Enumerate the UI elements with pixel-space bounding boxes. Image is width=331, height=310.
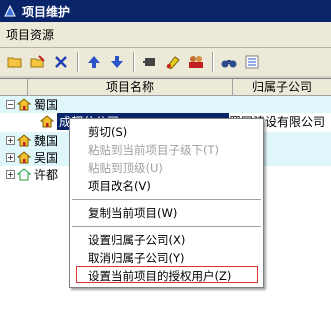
binoculars-icon[interactable] (218, 52, 239, 73)
menu-item-copy-project[interactable]: 复制当前项目(W) (88, 205, 177, 221)
grid-header: 项目名称 归属子公司 (0, 79, 331, 96)
toolbar-separator (77, 52, 79, 72)
expand-icon[interactable]: + (6, 136, 15, 145)
column-header-subsidiary[interactable]: 归属子公司 (233, 79, 331, 95)
edit-pencil-icon[interactable] (162, 52, 183, 73)
toolbar-separator (212, 52, 214, 72)
tree-row-shu[interactable]: − 蜀国 (0, 96, 331, 113)
window-title-bar: 项目维护 (0, 0, 331, 22)
context-menu: 剪切(S) 粘贴到当前项目子级下(T) 粘贴到顶级(U) 项目改名(V) 复制当… (69, 118, 264, 288)
project-name: 许都 (34, 168, 59, 182)
menu-item-paste-as-child[interactable]: 粘贴到当前项目子级下(T) (88, 142, 219, 158)
column-header-project-name[interactable]: 项目名称 (28, 79, 233, 95)
house-icon (40, 115, 54, 128)
list-icon[interactable] (241, 52, 262, 73)
house-icon (17, 134, 31, 147)
arrow-down-icon[interactable] (106, 52, 127, 73)
expand-icon[interactable]: + (6, 153, 15, 162)
project-name: 吴国 (34, 151, 59, 165)
menu-bar: 项目资源 (0, 22, 331, 48)
window-title: 项目维护 (22, 4, 71, 19)
toolbar-separator (133, 52, 135, 72)
export-icon[interactable] (139, 52, 160, 73)
house-icon (17, 98, 31, 111)
edit-folder-icon[interactable] (27, 52, 48, 73)
arrow-up-icon[interactable] (83, 52, 104, 73)
menu-item-cancel-subsidiary[interactable]: 取消归属子公司(Y) (88, 250, 185, 266)
expand-icon[interactable]: + (6, 170, 15, 179)
menu-item-cut[interactable]: 剪切(S) (88, 124, 127, 140)
open-folder-icon[interactable] (4, 52, 25, 73)
highlight-outline (76, 266, 258, 283)
house-outline-icon (17, 168, 31, 181)
header-spacer (0, 79, 28, 95)
menu-separator (72, 199, 261, 201)
collapse-icon[interactable]: − (6, 100, 15, 109)
menu-item-project-resources[interactable]: 项目资源 (6, 26, 54, 43)
menu-item-paste-to-top[interactable]: 粘贴到顶级(U) (88, 160, 163, 176)
menu-item-set-subsidiary[interactable]: 设置归属子公司(X) (88, 232, 185, 248)
menu-item-rename-project[interactable]: 项目改名(V) (88, 178, 151, 194)
project-name: 魏国 (34, 134, 59, 148)
toolbar (0, 48, 331, 76)
users-icon[interactable] (185, 52, 206, 73)
menu-separator (72, 226, 261, 228)
house-icon (17, 151, 31, 164)
project-name: 蜀国 (34, 98, 59, 112)
app-icon (4, 4, 16, 17)
delete-icon[interactable] (50, 52, 71, 73)
